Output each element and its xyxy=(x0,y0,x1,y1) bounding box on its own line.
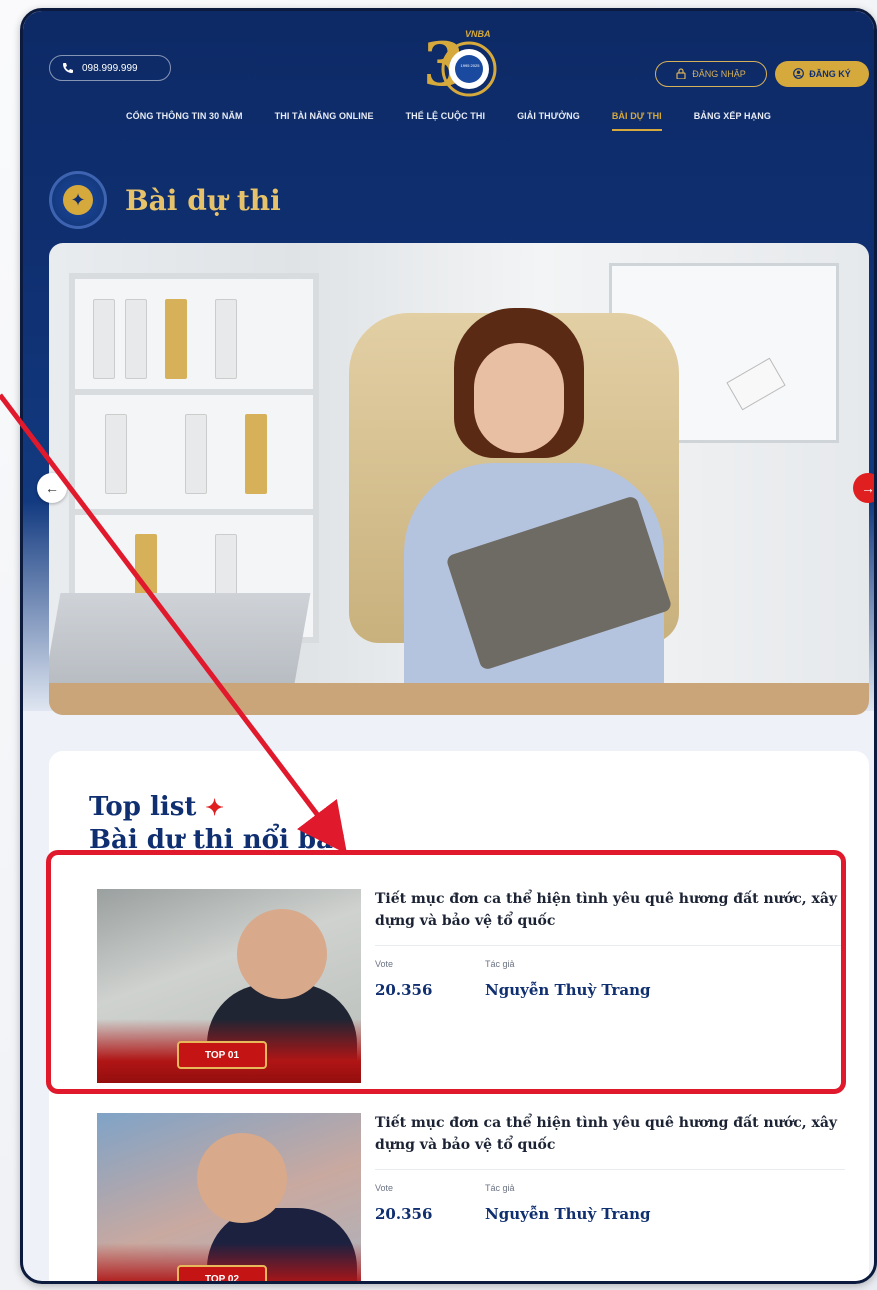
annotation-arrow xyxy=(0,393,348,854)
